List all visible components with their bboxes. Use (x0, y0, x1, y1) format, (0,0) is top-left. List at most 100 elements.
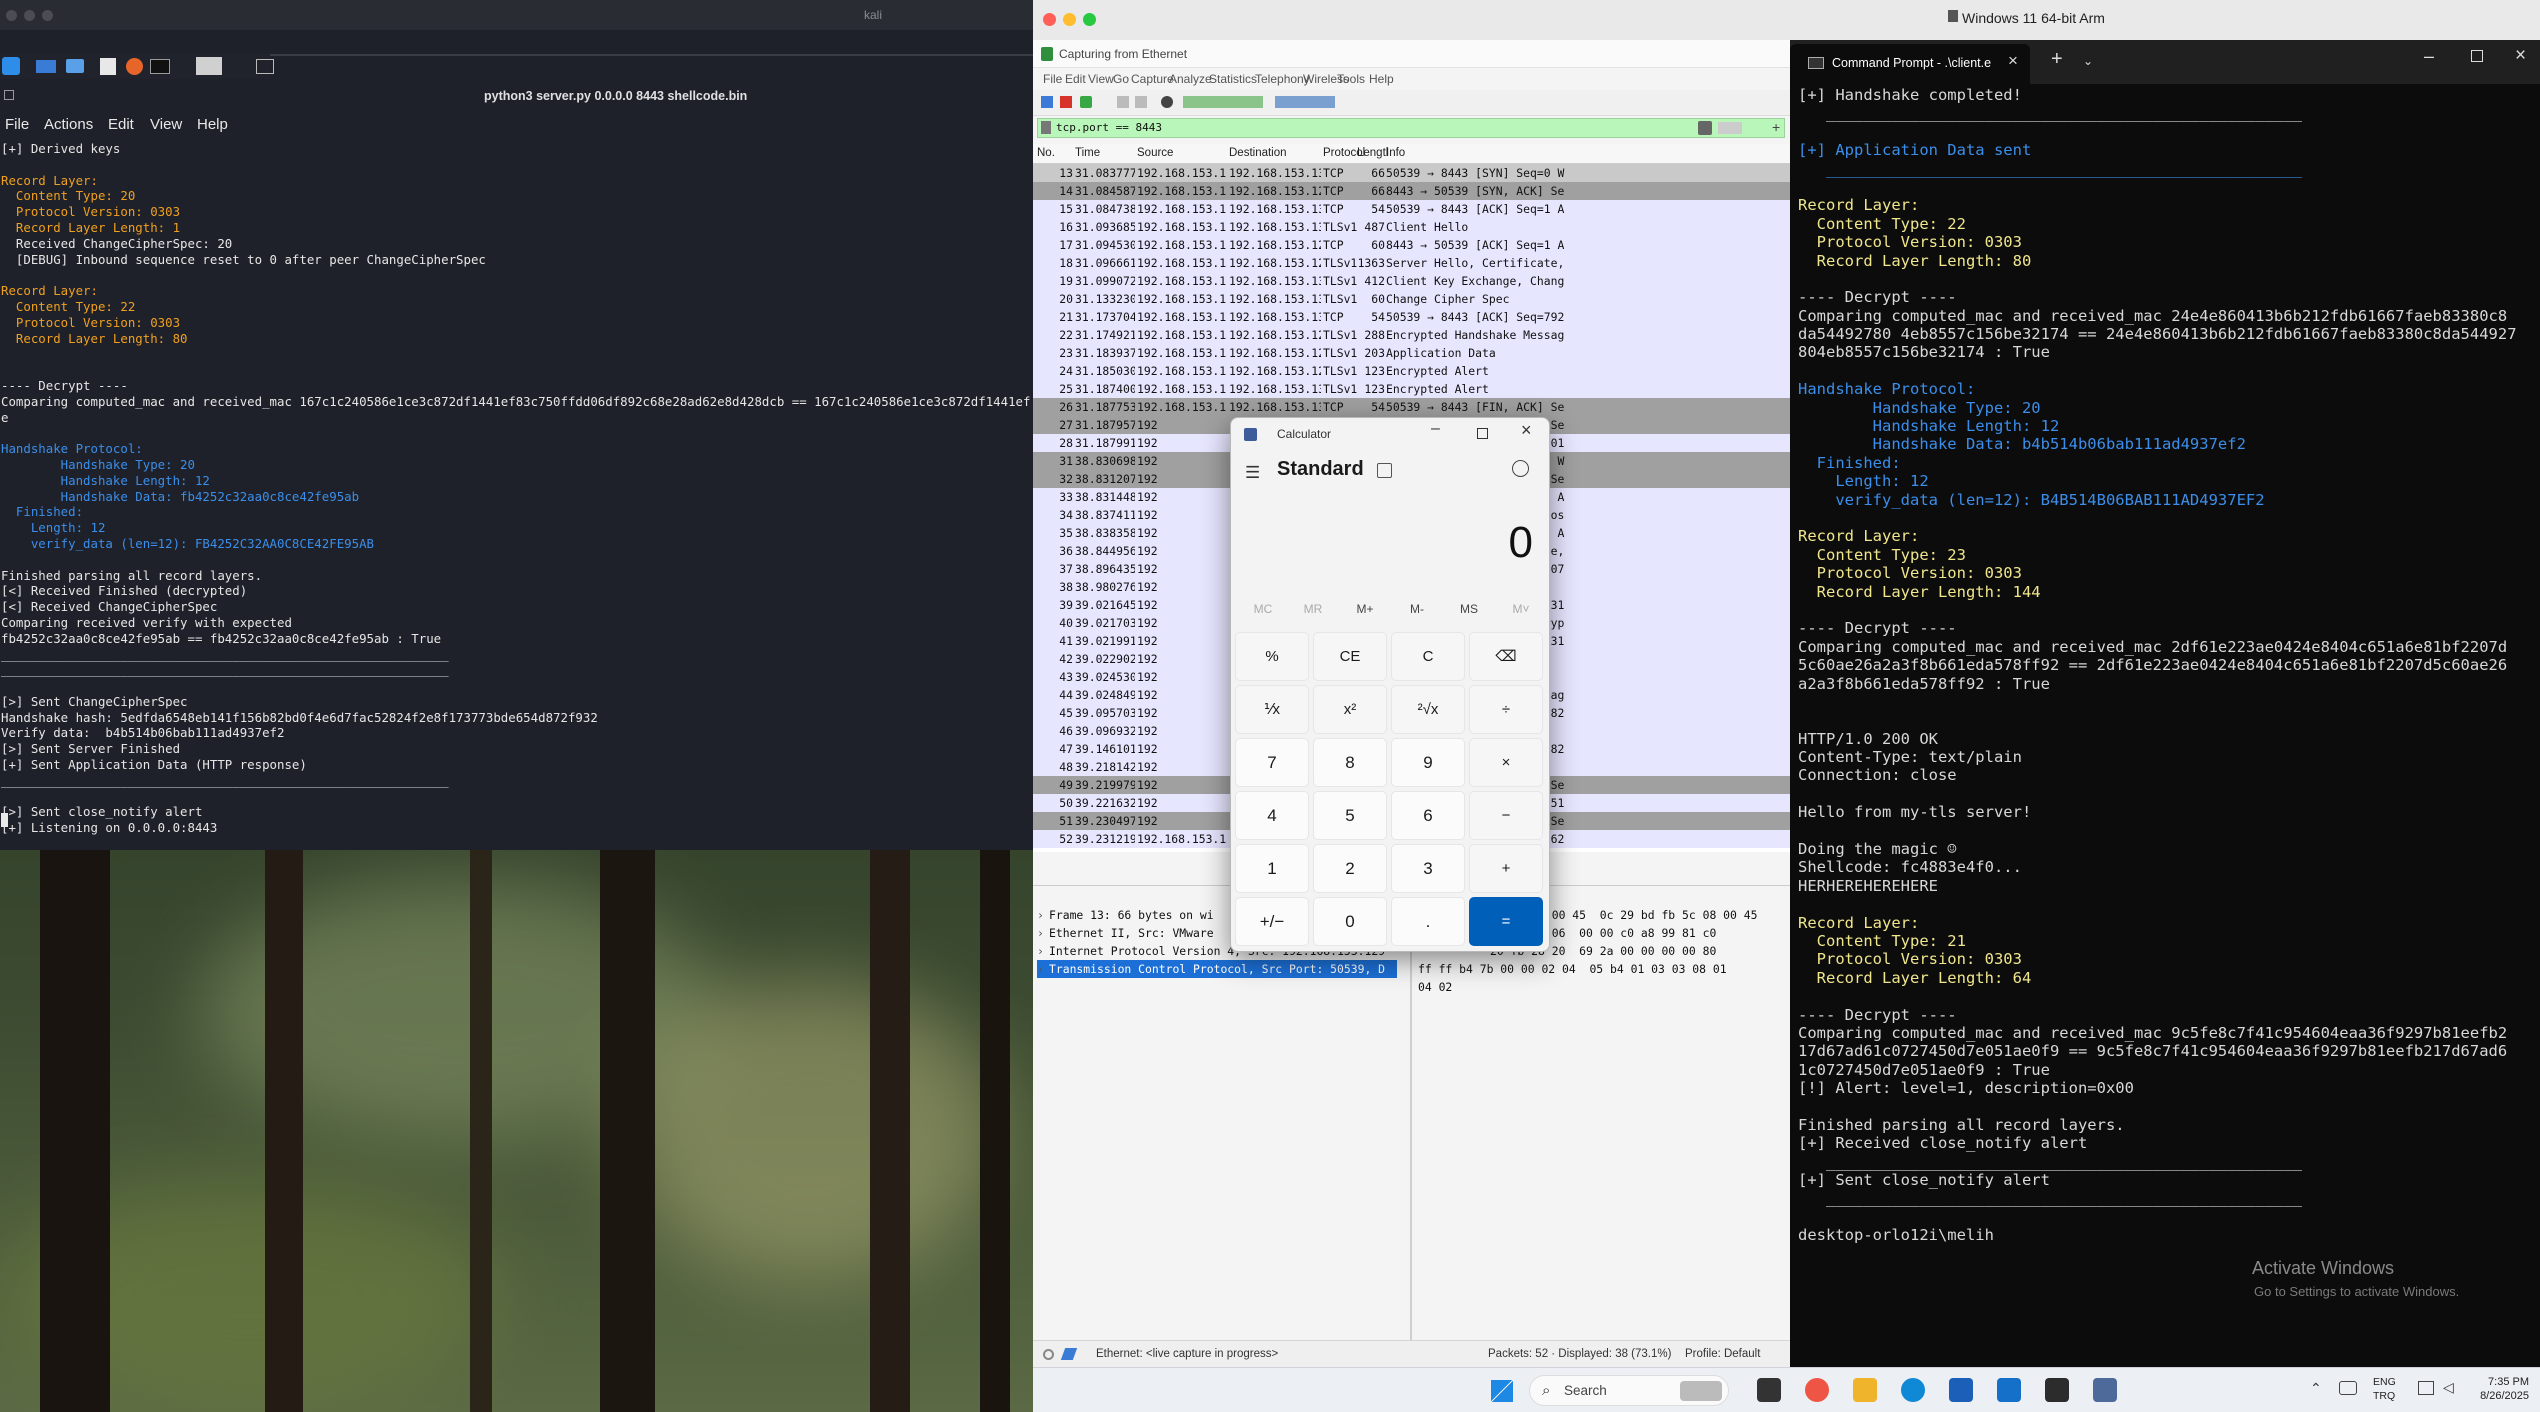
open-icon[interactable] (1117, 96, 1129, 108)
edit-comment-icon[interactable] (1060, 1348, 1078, 1360)
ws-menu-statistics[interactable]: Statistics (1209, 72, 1257, 86)
filter-text[interactable]: tcp.port == 8443 (1056, 121, 1162, 134)
calc-key[interactable]: − (1469, 791, 1543, 840)
clock-date[interactable]: 8/26/2025 (2471, 1390, 2529, 1402)
edge-icon[interactable] (1901, 1378, 1925, 1402)
calc-key[interactable]: ⌫ (1469, 632, 1543, 681)
calc-key[interactable]: 3 (1391, 844, 1465, 893)
restart-capture-icon[interactable] (1080, 96, 1092, 108)
packet-row[interactable]: 2031.133230192.168.153.129192.168.153.13… (1033, 290, 1790, 308)
expand-chevron-icon[interactable]: › (1037, 960, 1049, 978)
find-icon[interactable] (1161, 96, 1173, 108)
clear-filter-icon[interactable] (1698, 121, 1712, 135)
calc-key[interactable]: +/− (1235, 897, 1309, 946)
column-header-3[interactable]: Destination (1229, 147, 1287, 159)
tab-dropdown-icon[interactable]: ⌄ (2083, 54, 2093, 68)
packet-row[interactable]: 2631.187753192.168.153.129192.168.153.13… (1033, 398, 1790, 416)
kali-menu-icon[interactable] (2, 57, 20, 75)
folder-icon[interactable] (66, 59, 84, 73)
clock-time[interactable]: 7:35 PM (2479, 1376, 2529, 1388)
packet-row[interactable]: 1731.094530192.168.153.130192.168.153.12… (1033, 236, 1790, 254)
mac-zoom-icon[interactable] (1083, 13, 1096, 26)
menu-file[interactable]: File (5, 116, 29, 133)
volume-icon[interactable]: ◁ (2443, 1379, 2454, 1396)
desktop-icon[interactable] (36, 60, 56, 73)
menu-actions[interactable]: Actions (44, 116, 93, 133)
ws-menu-file[interactable]: File (1043, 72, 1062, 86)
ws-menu-view[interactable]: View (1088, 72, 1114, 86)
ws-menu-tools[interactable]: Tools (1337, 72, 1365, 86)
tray-chevron-icon[interactable]: ⌃ (2310, 1380, 2322, 1397)
expand-chevron-icon[interactable]: › (1037, 906, 1049, 924)
menu-edit[interactable]: Edit (108, 116, 134, 133)
mac-minimize-icon[interactable] (1063, 13, 1076, 26)
calc-key[interactable]: C (1391, 632, 1465, 681)
packet-row[interactable]: 2131.173704192.168.153.129192.168.153.13… (1033, 308, 1790, 326)
lang-code[interactable]: ENG (2373, 1376, 2396, 1388)
close-dot-icon[interactable] (6, 10, 17, 21)
calc-key[interactable]: 7 (1235, 738, 1309, 787)
column-header-2[interactable]: Source (1137, 147, 1173, 159)
packet-row[interactable]: 2231.174921192.168.153.130192.168.153.12… (1033, 326, 1790, 344)
menu-view[interactable]: View (150, 116, 182, 133)
status-profile[interactable]: Profile: Default (1685, 1348, 1760, 1360)
ws-menu-help[interactable]: Help (1369, 72, 1394, 86)
cmd-output[interactable]: [+] Handshake completed! _______________… (1798, 86, 2538, 1356)
calc-key[interactable]: . (1391, 897, 1465, 946)
calc-key[interactable]: % (1235, 632, 1309, 681)
display-icon[interactable] (2418, 1381, 2434, 1395)
menu-help[interactable]: Help (197, 116, 228, 133)
calculator-taskbar-icon[interactable] (2093, 1378, 2117, 1402)
column-header-5[interactable]: Lengtl (1357, 147, 1388, 159)
save-icon[interactable] (1135, 96, 1147, 108)
display-filter-bar[interactable]: tcp.port == 8443 + (1037, 118, 1785, 138)
terminal-task-icon[interactable] (256, 59, 274, 74)
maximize-dot-icon[interactable] (42, 10, 53, 21)
file-icon[interactable] (100, 58, 116, 75)
search-box[interactable]: ⌕ Search (1529, 1375, 1729, 1406)
calc-key[interactable]: 6 (1391, 791, 1465, 840)
packet-row[interactable]: 1431.084587192.168.153.130192.168.153.12… (1033, 182, 1790, 200)
packet-row[interactable]: 2431.185030192.168.153.130192.168.153.12… (1033, 362, 1790, 380)
calc-key[interactable]: CE (1313, 632, 1387, 681)
expand-chevron-icon[interactable]: › (1037, 942, 1049, 960)
detail-row[interactable]: › Transmission Control Protocol, Src Port… (1037, 960, 1397, 978)
packet-row[interactable]: 2331.183937192.168.153.130192.168.153.12… (1033, 344, 1790, 362)
calc-key[interactable]: ÷ (1469, 685, 1543, 734)
store-icon[interactable] (1949, 1378, 1973, 1402)
calc-key[interactable]: 8 (1313, 738, 1387, 787)
packet-row[interactable]: 1331.083777192.168.153.129192.168.153.13… (1033, 164, 1790, 182)
calc-key[interactable]: x² (1313, 685, 1387, 734)
bookmark-icon[interactable] (1041, 121, 1051, 134)
apply-filter-icon[interactable] (1718, 122, 1742, 134)
kali-terminal-output[interactable]: [+] Derived keys Record Layer: Content Ty… (1, 141, 1031, 841)
expert-info-icon[interactable] (1043, 1349, 1054, 1360)
calc-key[interactable]: × (1469, 738, 1543, 787)
calc-key[interactable]: 2 (1313, 844, 1387, 893)
calc-key[interactable]: 9 (1391, 738, 1465, 787)
ws-menu-edit[interactable]: Edit (1065, 72, 1086, 86)
minimize-icon[interactable]: – (2424, 46, 2434, 67)
lang-layout[interactable]: TRQ (2373, 1390, 2395, 1402)
packet-list-header[interactable]: No. Time Source Destination Protocol Lengtl In… (1033, 144, 1790, 164)
maximize-icon[interactable] (2471, 50, 2483, 62)
close-icon[interactable]: × (2515, 45, 2526, 67)
terminal-icon[interactable] (150, 59, 170, 74)
packet-row[interactable]: 1931.099072192.168.153.129192.168.153.13… (1033, 272, 1790, 290)
expand-chevron-icon[interactable]: › (1037, 924, 1049, 942)
calc-key[interactable]: 0 (1313, 897, 1387, 946)
close-tab-icon[interactable]: × (2008, 51, 2018, 71)
terminal-taskbar-icon[interactable] (2045, 1378, 2069, 1402)
ws-menu-go[interactable]: Go (1113, 72, 1129, 86)
calc-key[interactable]: + (1469, 844, 1543, 893)
calc-key[interactable]: ²√x (1391, 685, 1465, 734)
calc-key[interactable]: 1 (1235, 844, 1309, 893)
network-icon[interactable] (2339, 1381, 2357, 1395)
column-header-6[interactable]: Info (1386, 147, 1405, 159)
ws-menu-analyze[interactable]: Analyze (1169, 72, 1212, 86)
calc-key[interactable]: = (1469, 897, 1543, 946)
packet-row[interactable]: 1631.093685192.168.153.129192.168.153.13… (1033, 218, 1790, 236)
new-tab-icon[interactable]: + (2051, 48, 2063, 71)
minimize-dot-icon[interactable] (24, 10, 35, 21)
wireshark-taskbar-icon[interactable] (1997, 1378, 2021, 1402)
